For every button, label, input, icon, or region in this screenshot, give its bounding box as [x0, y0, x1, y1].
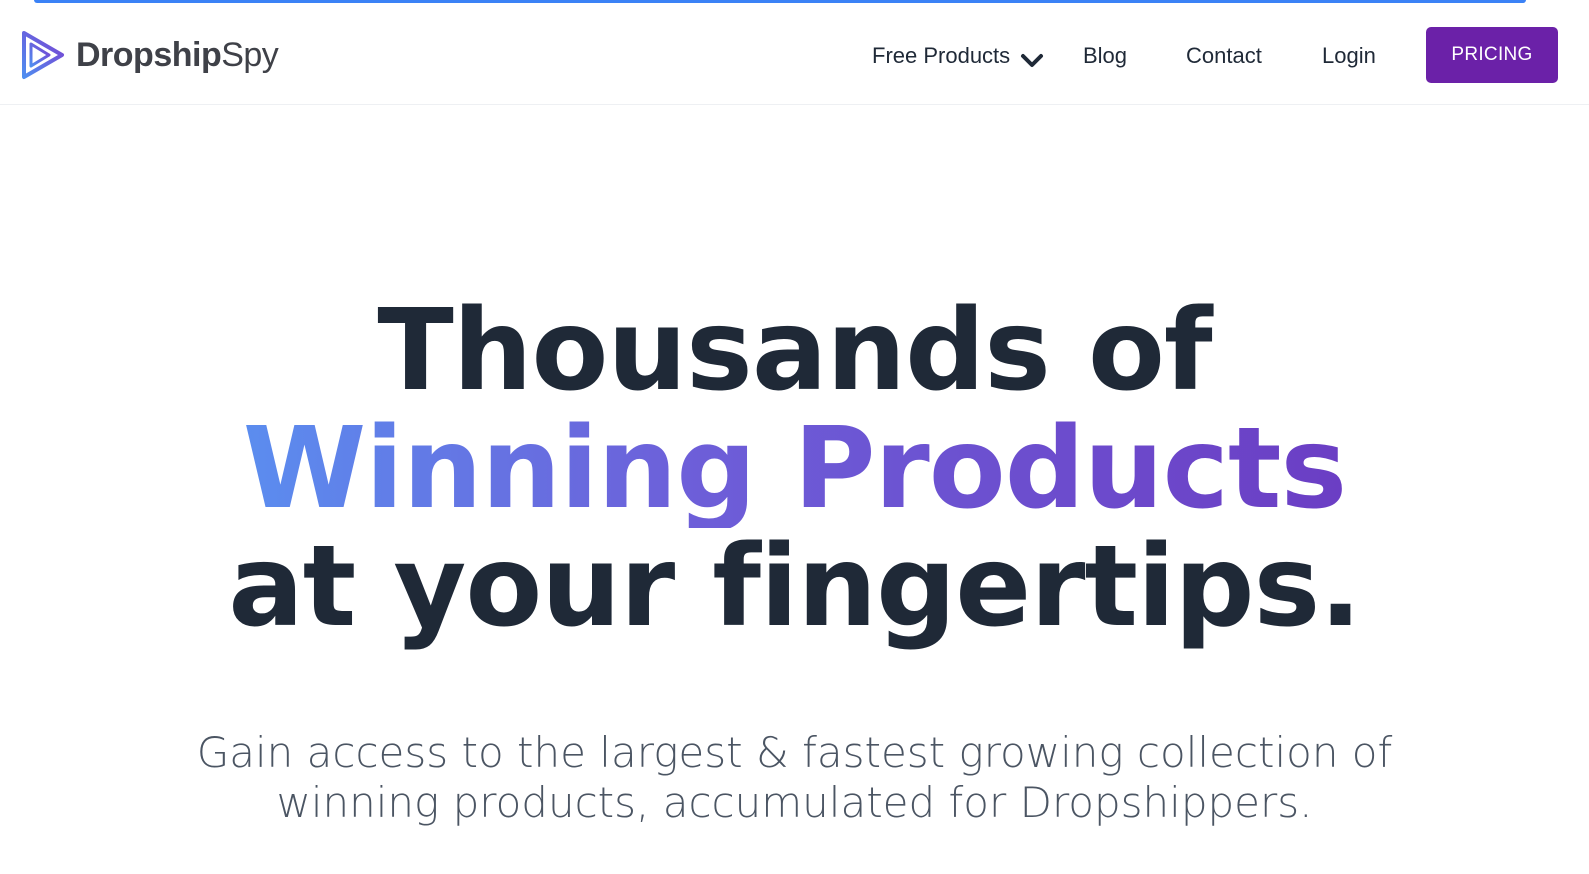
- hero-headline-highlight: Winning Products: [242, 404, 1347, 534]
- play-triangle-icon: [22, 31, 64, 79]
- brand-name-bold: Dropship: [76, 35, 222, 74]
- nav-contact[interactable]: Contact: [1186, 42, 1262, 70]
- nav-login[interactable]: Login: [1322, 42, 1376, 70]
- brand-logo[interactable]: DropshipSpy: [18, 29, 279, 81]
- hero-headline-line3: at your fingertips.: [228, 522, 1362, 652]
- brand-name-light: Spy: [221, 35, 279, 74]
- nav-blog[interactable]: Blog: [1083, 42, 1127, 70]
- chevron-down-icon[interactable]: [1019, 49, 1045, 71]
- hero-subtitle: Gain access to the largest & fastest gro…: [0, 728, 1589, 828]
- pricing-button[interactable]: PRICING: [1426, 27, 1558, 83]
- top-navbar: DropshipSpy Free Products Blog Contact L…: [0, 3, 1589, 105]
- nav-free-products[interactable]: Free Products: [872, 42, 1010, 70]
- hero-subtitle-line2: winning products, accumulated for Dropsh…: [276, 778, 1313, 827]
- brand-name: DropshipSpy: [76, 35, 279, 75]
- hero-section: Thousands of Winning Products at your fi…: [0, 292, 1589, 646]
- hero-subtitle-line1: Gain access to the largest & fastest gro…: [196, 728, 1393, 777]
- hero-headline-line1: Thousands of: [377, 286, 1212, 416]
